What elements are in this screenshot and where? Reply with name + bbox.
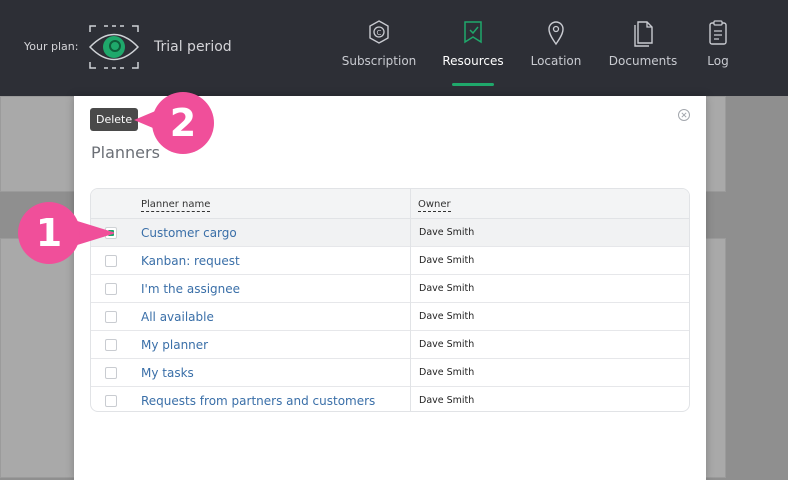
planner-name-link[interactable]: I'm the assignee xyxy=(141,282,240,296)
planners-table: Planner name Owner Customer cargo Dave S… xyxy=(90,188,690,412)
row-checkbox[interactable] xyxy=(105,339,117,351)
table-row[interactable]: Kanban: request Dave Smith xyxy=(91,247,689,275)
owner-cell: Dave Smith xyxy=(419,227,475,238)
location-pin-icon xyxy=(548,21,564,46)
table-row[interactable]: Customer cargo Dave Smith xyxy=(91,219,689,247)
table-row[interactable]: Requests from partners and customers Dav… xyxy=(91,387,689,411)
owner-cell: Dave Smith xyxy=(419,283,475,294)
subscription-icon: C xyxy=(369,20,389,44)
planner-name-link[interactable]: Customer cargo xyxy=(141,226,237,240)
log-icon xyxy=(709,20,727,45)
planners-modal: Delete Planners Planner name Owner Custo… xyxy=(74,96,706,480)
nav-resources[interactable]: Resources xyxy=(428,18,518,90)
nav-subscription-label: Subscription xyxy=(341,54,417,68)
plan-label: Your plan: xyxy=(24,40,79,53)
documents-icon xyxy=(634,21,653,47)
owner-cell: Dave Smith xyxy=(419,311,475,322)
table-header: Planner name Owner xyxy=(91,189,689,219)
svg-text:C: C xyxy=(377,29,382,37)
nav-location[interactable]: Location xyxy=(511,18,601,90)
table-row[interactable]: My tasks Dave Smith xyxy=(91,359,689,387)
row-checkbox[interactable] xyxy=(105,395,117,407)
nav-subscription[interactable]: C Subscription xyxy=(334,18,424,90)
active-tab-indicator xyxy=(452,83,494,86)
nav-resources-label: Resources xyxy=(442,54,504,68)
delete-button[interactable]: Delete xyxy=(90,108,139,131)
row-checkbox[interactable] xyxy=(105,367,117,379)
resources-icon xyxy=(464,21,482,44)
callout-1: 1 xyxy=(18,202,80,264)
table-row[interactable]: My planner Dave Smith xyxy=(91,331,689,359)
owner-cell: Dave Smith xyxy=(419,367,475,378)
nav-log[interactable]: Log xyxy=(673,18,763,90)
column-divider xyxy=(410,189,411,411)
planner-name-link[interactable]: Requests from partners and customers xyxy=(141,394,375,408)
eye-icon xyxy=(88,25,140,69)
planner-name-link[interactable]: Kanban: request xyxy=(141,254,240,268)
row-checkbox[interactable] xyxy=(105,283,117,295)
planner-name-link[interactable]: All available xyxy=(141,310,214,324)
column-header-owner[interactable]: Owner xyxy=(418,199,451,212)
plan-name: Trial period xyxy=(154,39,232,55)
callout-2: 2 xyxy=(152,92,214,154)
planner-name-link[interactable]: My tasks xyxy=(141,366,194,380)
owner-cell: Dave Smith xyxy=(419,395,475,406)
table-row[interactable]: All available Dave Smith xyxy=(91,303,689,331)
column-header-planner-name[interactable]: Planner name xyxy=(141,199,211,212)
row-checkbox[interactable] xyxy=(105,311,117,323)
owner-cell: Dave Smith xyxy=(419,255,475,266)
modal-title: Planners xyxy=(91,143,160,162)
planner-name-link[interactable]: My planner xyxy=(141,338,208,352)
table-row[interactable]: I'm the assignee Dave Smith xyxy=(91,275,689,303)
top-bar: Your plan: Trial period C Subscription R… xyxy=(0,0,788,96)
close-icon[interactable] xyxy=(677,108,691,122)
owner-cell: Dave Smith xyxy=(419,339,475,350)
nav-log-label: Log xyxy=(707,54,729,68)
nav-location-label: Location xyxy=(530,54,582,68)
